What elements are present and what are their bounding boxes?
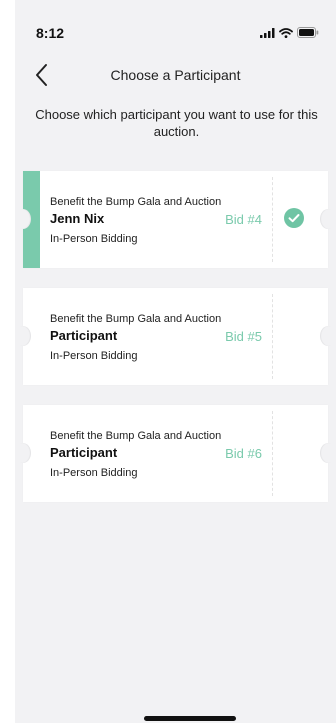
cellular-signal-icon — [260, 27, 275, 38]
ticket-divider — [272, 177, 273, 262]
ticket-notch — [320, 209, 336, 229]
status-icons — [260, 27, 319, 38]
ticket-divider — [272, 411, 273, 496]
participant-name: Jenn Nix — [50, 211, 105, 226]
status-time: 8:12 — [36, 25, 65, 41]
event-name: Benefit the Bump Gala and Auction — [50, 430, 222, 442]
home-indicator[interactable] — [144, 716, 236, 721]
ticket-notch — [15, 209, 31, 229]
wifi-icon — [279, 27, 293, 38]
ticket-notch — [15, 326, 31, 346]
battery-icon — [297, 27, 319, 38]
instructions-text: Choose which participant you want to use… — [35, 107, 318, 139]
navigation-bar: Choose a Participant — [15, 58, 336, 94]
event-name: Benefit the Bump Gala and Auction — [50, 196, 222, 208]
bidding-mode: In-Person Bidding — [50, 350, 138, 362]
participant-card[interactable]: Benefit the Bump Gala and Auction Jenn N… — [15, 171, 336, 268]
ticket-divider — [272, 294, 273, 379]
page-title: Choose a Participant — [110, 67, 241, 83]
participant-card[interactable]: Benefit the Bump Gala and Auction Partic… — [15, 405, 336, 502]
participant-name: Participant — [50, 328, 118, 343]
ticket-notch — [320, 326, 336, 346]
bidding-mode: In-Person Bidding — [50, 233, 138, 245]
ticket-notch — [15, 443, 31, 463]
bid-number: Bid #5 — [225, 329, 262, 344]
event-name: Benefit the Bump Gala and Auction — [50, 313, 222, 325]
ticket-notch — [320, 443, 336, 463]
participant-card[interactable]: Benefit the Bump Gala and Auction Partic… — [15, 288, 336, 385]
status-bar: 8:12 — [15, 0, 336, 56]
participant-name: Participant — [50, 445, 118, 460]
checkmark-icon — [284, 208, 304, 228]
bid-number: Bid #6 — [225, 446, 262, 461]
bid-number: Bid #4 — [225, 212, 262, 227]
app-screen: 8:12 Choose a Participant Choose which p… — [15, 0, 336, 723]
bidding-mode: In-Person Bidding — [50, 467, 138, 479]
